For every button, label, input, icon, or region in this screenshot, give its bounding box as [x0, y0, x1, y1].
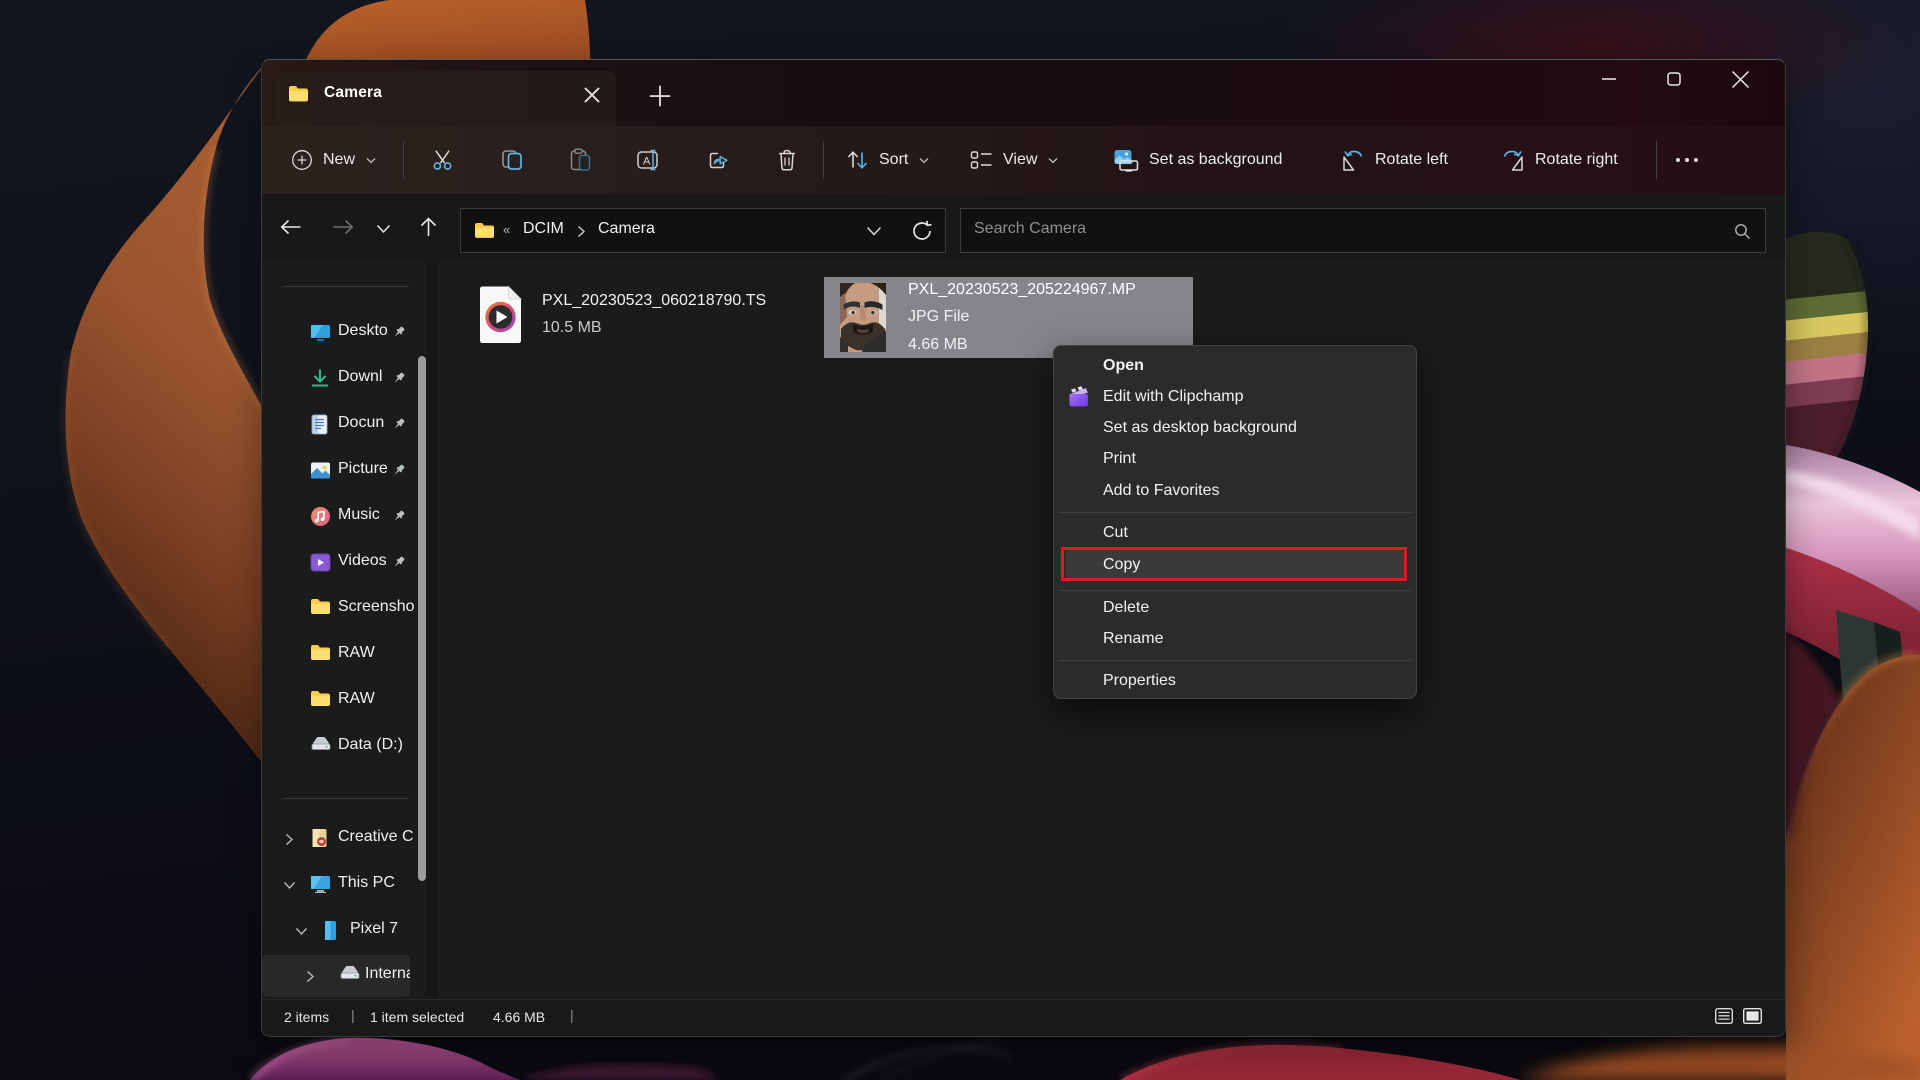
svg-text:A: A	[643, 156, 651, 168]
